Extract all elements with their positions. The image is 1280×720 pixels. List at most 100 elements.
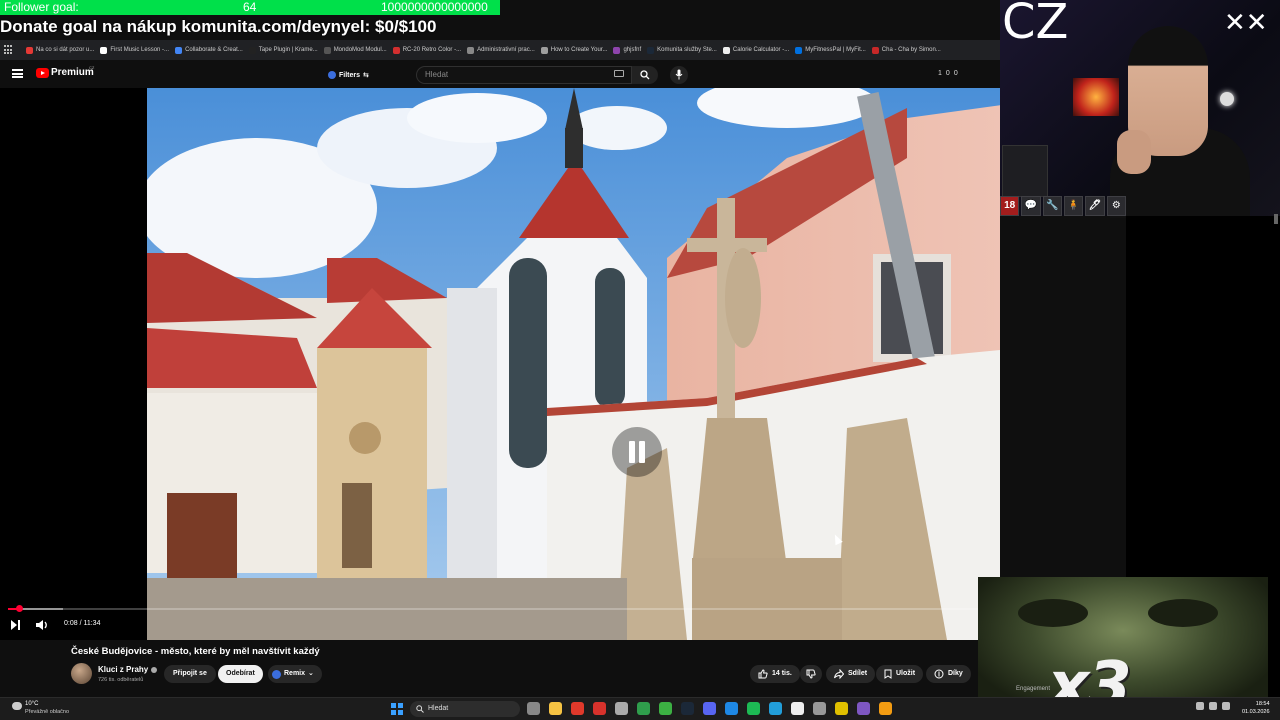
bookmark-favicon-icon: [26, 46, 33, 54]
wall-poster: [1002, 145, 1048, 197]
brand-premium[interactable]: Premium: [51, 67, 94, 78]
subscribe-button[interactable]: Odebírat: [218, 665, 263, 683]
channel-avatar[interactable]: [71, 663, 92, 684]
thumbs-up-icon: [758, 669, 768, 679]
filters-label: Filters: [339, 71, 361, 79]
time-display: 0:08 / 11:34: [64, 620, 101, 627]
pause-button[interactable]: [612, 427, 662, 477]
taskbar-discord-icon[interactable]: [703, 702, 716, 715]
counter-a: 1: [938, 70, 942, 77]
taskbar-search-placeholder: Hledat: [428, 705, 449, 712]
video-player[interactable]: [0, 88, 1000, 640]
bookmark-item[interactable]: Tape Plugin | Krame...: [248, 46, 318, 54]
bookmark-favicon-icon: [100, 46, 108, 54]
bookmark-item[interactable]: ghjsfnf: [613, 46, 642, 54]
bookmark-item[interactable]: Collaborate & Creat...: [175, 46, 243, 54]
extension-counters[interactable]: 1 0 0: [938, 70, 958, 77]
bookmark-label: MondoMod Modul...: [333, 47, 387, 53]
taskbar-chrome-icon[interactable]: [571, 702, 584, 715]
counter-b: 0: [945, 70, 950, 77]
bookmark-favicon-icon: [392, 46, 400, 54]
play-icon[interactable]: [10, 619, 22, 631]
taskbar-notion-icon[interactable]: [791, 702, 804, 715]
progress-scrubber[interactable]: [15, 605, 23, 612]
taskbar-app-yellow-icon[interactable]: [835, 702, 848, 715]
remix-label: Remix: [284, 670, 306, 677]
volume-icon[interactable]: [35, 619, 49, 631]
scrollbar-thumb[interactable]: [1274, 214, 1278, 224]
youtube-logo-icon[interactable]: [36, 68, 49, 78]
taskbar-xbox-icon[interactable]: [659, 702, 672, 715]
weather-temperature[interactable]: 10°C: [25, 701, 38, 707]
windows-start-icon[interactable]: [391, 703, 403, 715]
like-count: 14 tis.: [772, 670, 792, 677]
verified-icon: [151, 666, 158, 673]
bookmark-item[interactable]: MondoMod Modul...: [323, 46, 387, 54]
speaker-icon[interactable]: [1209, 702, 1217, 710]
share-icon: [834, 669, 844, 679]
weather-cloud-icon[interactable]: [12, 702, 22, 710]
system-tray[interactable]: [1196, 702, 1230, 710]
filters-icon: [328, 71, 336, 79]
dislike-button[interactable]: [800, 665, 822, 683]
keyboard-icon[interactable]: [614, 70, 624, 77]
bookmark-label: RC-20 Retro Color -...: [402, 47, 462, 53]
like-button[interactable]: 14 tis.: [750, 665, 800, 683]
taskbar-app-purple-icon[interactable]: [857, 702, 870, 715]
taskbar-clock[interactable]: 18:54 01.03.2026: [1242, 700, 1270, 716]
bookmark-item[interactable]: How to Create Your...: [540, 46, 608, 54]
emote-eye-right: [1148, 599, 1218, 627]
bookmark-label: MyFitnessPal | MyFit...: [805, 47, 866, 53]
bookmark-label: How to Create Your...: [550, 47, 608, 53]
channel-logo-mark: ✕✕: [1224, 8, 1268, 38]
join-button[interactable]: Připojit se: [164, 665, 216, 683]
notification-icon[interactable]: [1222, 702, 1230, 710]
bookmark-item[interactable]: Na co si dát pozor u...: [26, 46, 94, 54]
bookmark-favicon-icon: [871, 46, 879, 54]
webcam-badge: ⚙: [1106, 196, 1126, 216]
filters-button[interactable]: Filters ⇆: [328, 68, 369, 82]
taskbar-app-blue-icon[interactable]: [725, 702, 738, 715]
bookmark-favicon-icon: [647, 46, 655, 54]
save-button[interactable]: Uložit: [876, 665, 924, 683]
bookmark-label: ghjsfnf: [623, 47, 642, 53]
taskbar-steam-icon[interactable]: [681, 702, 694, 715]
bookmark-item[interactable]: RC-20 Retro Color -...: [392, 46, 462, 54]
webcam-corner-text: CZ: [1002, 0, 1069, 50]
voice-search-button[interactable]: [670, 66, 688, 84]
bookmark-favicon-icon: [722, 46, 730, 54]
taskbar-app-green-icon[interactable]: [637, 702, 650, 715]
taskbar-search-input[interactable]: Hledat: [410, 701, 520, 717]
network-icon[interactable]: [1196, 702, 1204, 710]
taskbar-app-red-icon[interactable]: [593, 702, 606, 715]
bookmark-item[interactable]: Administrativní prac...: [467, 46, 535, 54]
clock-date: 01.03.2026: [1242, 709, 1270, 715]
taskbar-file-explorer-icon[interactable]: [549, 702, 562, 715]
thanks-button[interactable]: Díky: [926, 665, 971, 683]
bookmark-item[interactable]: MyFitnessPal | MyFit...: [795, 46, 866, 54]
apps-grid-icon[interactable]: [4, 45, 14, 55]
menu-icon[interactable]: [12, 69, 23, 78]
bookmark-item[interactable]: Komunita služby Ste...: [647, 46, 717, 54]
taskbar-app-g-icon[interactable]: [615, 702, 628, 715]
weather-description[interactable]: Převážně oblačno: [25, 709, 69, 715]
bookmark-item[interactable]: Calorie Calculator -...: [722, 46, 789, 54]
bookmark-item[interactable]: First Music Lesson -...: [100, 46, 169, 54]
taskbar-task-view-icon[interactable]: [527, 702, 540, 715]
share-button[interactable]: Sdílet: [826, 665, 876, 683]
taskbar-telegram-icon[interactable]: [769, 702, 782, 715]
brand-region: CZ: [89, 65, 95, 70]
taskbar-spotify-icon[interactable]: [747, 702, 760, 715]
search-button[interactable]: [632, 66, 658, 84]
remix-button[interactable]: Remix ⌄: [268, 665, 322, 683]
taskbar-app-gear-icon[interactable]: [813, 702, 826, 715]
save-label: Uložit: [896, 670, 916, 677]
ring-light: [1220, 92, 1234, 106]
subscriber-count: 726 tis. odběratelů: [98, 677, 144, 683]
bookmark-item[interactable]: Cha - Cha by Simon...: [871, 46, 941, 54]
channel-name[interactable]: Kluci z Prahy: [98, 665, 158, 674]
taskbar-app-orange-icon[interactable]: [879, 702, 892, 715]
search-input[interactable]: Hledat: [416, 66, 632, 84]
progress-bar[interactable]: [8, 605, 978, 612]
webcam-badge: 🧍: [1063, 196, 1084, 216]
